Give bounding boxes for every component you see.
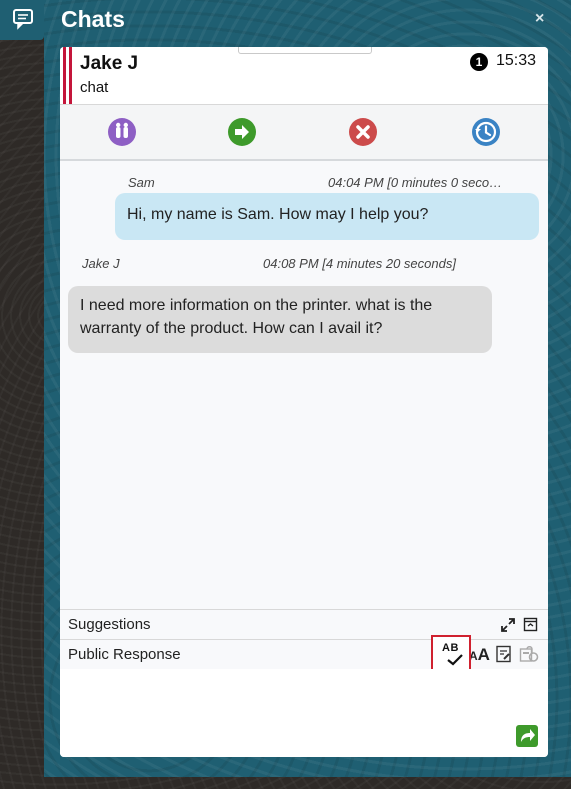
suggestions-row[interactable]: Suggestions xyxy=(60,609,548,637)
message-sender: Jake J xyxy=(82,256,120,271)
close-icon[interactable]: × xyxy=(535,10,544,28)
send-icon[interactable] xyxy=(516,725,538,747)
contact-name: Jake J xyxy=(80,53,139,74)
message-timestamp: 04:08 PM [4 minutes 20 seconds] xyxy=(263,256,456,271)
agent-message-bubble: Hi, my name is Sam. How may I help you? xyxy=(115,193,539,240)
chat-badge[interactable] xyxy=(0,0,44,40)
font-size-icon[interactable]: AA xyxy=(469,645,490,665)
spellcheck-button[interactable]: AB xyxy=(431,635,471,672)
end-chat-x-icon[interactable] xyxy=(348,117,378,147)
public-response-row[interactable]: Public Response AA xyxy=(60,639,548,667)
status-stripe xyxy=(69,47,72,104)
channel-type: chat xyxy=(80,79,109,96)
response-editor[interactable] xyxy=(60,669,548,757)
expand-icon[interactable] xyxy=(500,617,516,633)
session-time: 15:33 xyxy=(496,52,537,69)
checkmark-icon xyxy=(447,654,463,666)
drag-handle[interactable] xyxy=(238,47,372,54)
status-stripe xyxy=(63,47,66,104)
message-timestamp: 04:04 PM [0 minutes 0 seco… xyxy=(328,175,503,190)
public-response-label: Public Response xyxy=(68,646,181,663)
action-toolbar xyxy=(60,105,548,161)
unread-count-badge: 1 xyxy=(470,53,488,71)
transfer-arrow-icon[interactable] xyxy=(227,117,257,147)
history-clock-icon[interactable] xyxy=(471,117,501,147)
customer-message-bubble: I need more information on the printer. … xyxy=(68,286,492,353)
pause-icon[interactable] xyxy=(107,117,137,147)
chat-header[interactable]: Jake J chat 1 15:33 xyxy=(60,47,548,105)
insert-template-icon[interactable] xyxy=(495,645,513,663)
collapse-panel-icon[interactable] xyxy=(523,617,538,632)
message-sender: Sam xyxy=(128,175,155,190)
attachment-settings-icon[interactable] xyxy=(519,645,539,663)
message-list[interactable]: Sam 04:04 PM [0 minutes 0 seco… Hi, my n… xyxy=(60,161,548,609)
spellcheck-icon: AB xyxy=(442,642,459,654)
window-title: Chats xyxy=(61,6,125,32)
chat-card: Jake J chat 1 15:33 Sam 04:04 PM [0 minu… xyxy=(60,47,548,757)
chat-bubble-icon xyxy=(13,9,33,30)
suggestions-label: Suggestions xyxy=(68,616,151,633)
